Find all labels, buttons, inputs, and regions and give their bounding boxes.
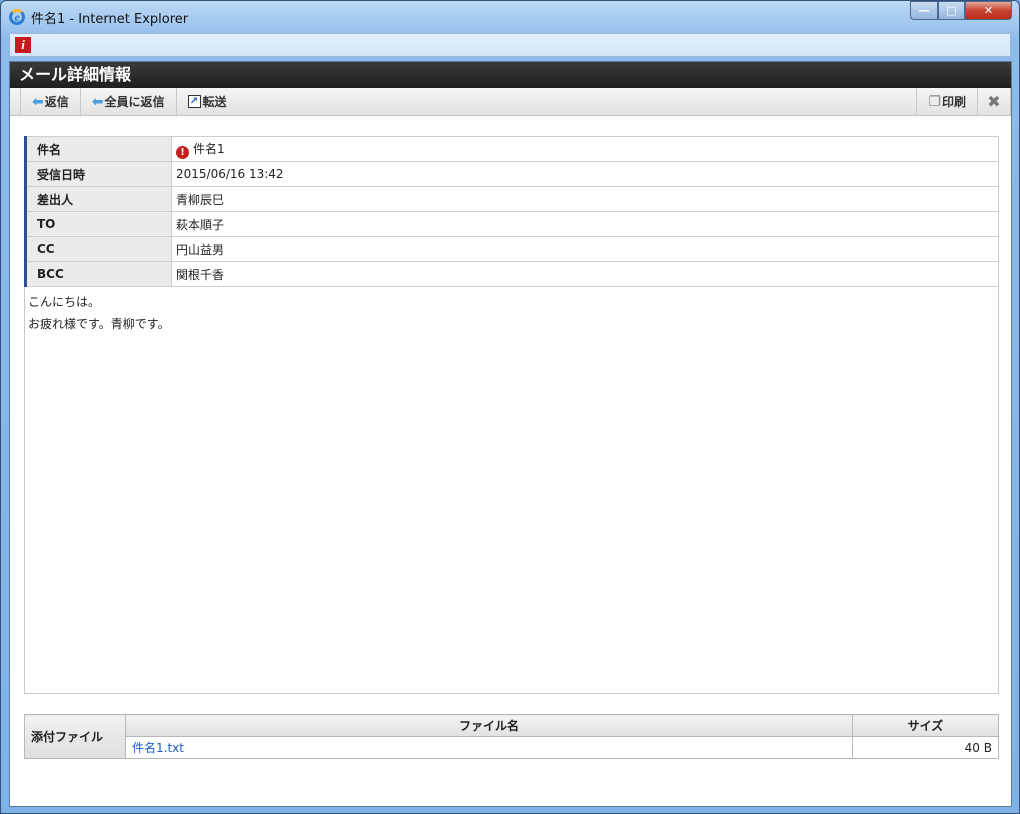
field-label: 受信日時 [24,161,172,187]
field-label: BCC [24,261,172,287]
app-logo-icon: i [15,37,31,53]
arrow-left-icon: ⬅ [91,93,104,110]
forward-icon: ↗ [187,95,201,108]
field-value: ! 件名1 [171,136,999,162]
forward-button[interactable]: ↗ 転送 [175,88,238,115]
table-row: 差出人 青柳辰巳 [24,186,999,212]
received-value: 2015/06/16 13:42 [171,161,999,187]
table-row: TO 萩本順子 [24,211,999,237]
cc-value: 円山益男 [171,236,999,262]
close-button[interactable]: ✖ [977,88,1011,115]
print-button[interactable]: ❐ 印刷 [916,88,977,115]
bcc-value: 関根千香 [171,261,999,287]
table-row: 受信日時 2015/06/16 13:42 [24,161,999,187]
reply-all-button[interactable]: ⬅ 全員に返信 [79,88,176,115]
reply-button[interactable]: ⬅ 返信 [20,88,80,115]
field-label: CC [24,236,172,262]
attachment-size: 40 B [852,736,999,759]
table-row: 件名1.txt 40 B [25,736,999,759]
maximize-button[interactable]: □ [938,1,965,20]
body-line: お疲れ様です。青柳です。 [28,317,170,331]
priority-high-icon: ! [176,145,189,159]
mail-info-table: 件名! 件名1 受信日時 2015/06/16 13:42 差出人 青柳辰巳 TO 萩本… [24,136,999,287]
attachments-label: 添付ファイル [24,714,126,759]
table-row: CC 円山益男 [24,236,999,262]
address-bar[interactable]: i [9,33,1011,57]
field-label: TO [24,211,172,237]
reply-all-label: 全員に返信 [104,95,165,109]
column-header-filename: ファイル名 [125,714,853,737]
sender-value: 青柳辰巳 [171,186,999,212]
field-label: 差出人 [24,186,172,212]
page: メール詳細情報 ⬅ 返信 ⬅ 全員に返信 ↗ 転送 ❐ 印刷 ✖ 件名! 件名1 受信日時… [9,61,1012,807]
table-row: 件名! 件名1 [24,136,999,162]
subject-value: 件名1 [193,141,225,156]
field-label: 件名 [24,136,172,162]
close-window-button[interactable]: ✕ [965,1,1012,20]
column-header-size: サイズ [852,714,999,737]
mail-body: こんにちは。 お疲れ様です。青柳です。 [24,287,999,694]
attachments-table: 添付ファイル ファイル名 サイズ 件名1.txt 40 B [24,714,999,759]
reply-label: 返信 [44,95,69,109]
title-bar: e 件名1 - Internet Explorer [9,7,188,27]
attachment-link[interactable]: 件名1.txt [132,741,184,755]
internet-explorer-icon: e [9,9,25,25]
window-title: 件名1 - Internet Explorer [31,11,189,27]
print-label: 印刷 [941,95,966,109]
page-title: メール詳細情報 [10,62,1011,88]
body-line: こんにちは。 [28,295,101,309]
forward-label: 転送 [202,95,227,109]
document-icon: ❐ [928,93,941,110]
toolbar: ⬅ 返信 ⬅ 全員に返信 ↗ 転送 ❐ 印刷 ✖ [10,88,1011,116]
browser-window: e 件名1 - Internet Explorer — □ ✕ i メール詳細情… [0,0,1020,814]
to-value: 萩本順子 [171,211,999,237]
arrow-left-icon: ⬅ [32,93,44,110]
minimize-button[interactable]: — [910,1,938,20]
table-row: BCC 関根千香 [24,261,999,287]
